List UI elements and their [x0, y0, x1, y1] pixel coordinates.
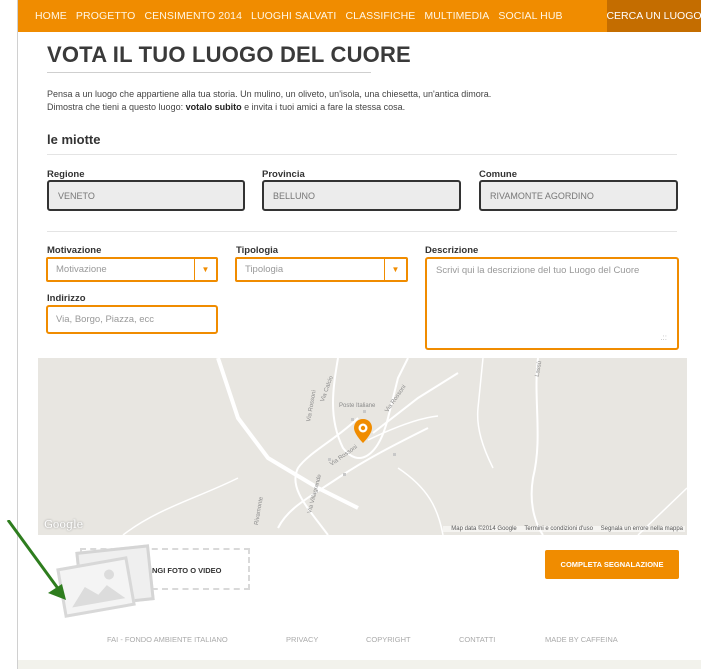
title-underline — [47, 72, 371, 73]
descrizione-placeholder: Scrivi qui la descrizione del tuo Luogo … — [436, 265, 640, 276]
indirizzo-input[interactable]: Via, Borgo, Piazza, ecc — [46, 305, 218, 334]
descrizione-label: Descrizione — [425, 245, 479, 256]
intro-line-2: Dimostra che tieni a questo luogo: votal… — [47, 101, 607, 114]
complete-report-button[interactable]: COMPLETA SEGNALAZIONE — [545, 550, 679, 579]
footer-link-fai[interactable]: FAI - FONDO AMBIENTE ITALIANO — [107, 635, 228, 644]
regione-field: VENETO — [47, 180, 245, 211]
footer-made-by[interactable]: MADE BY CAFFEINA — [545, 635, 618, 644]
nav-menu: HOME PROGETTO CENSIMENTO 2014 LUOGHI SAL… — [35, 0, 572, 32]
footer-link-copyright[interactable]: COPYRIGHT — [366, 635, 411, 644]
indirizzo-label: Indirizzo — [47, 293, 86, 304]
intro-line-2-bold: votalo subito — [185, 102, 242, 112]
nav-social-hub[interactable]: SOCIAL HUB — [498, 10, 562, 22]
footer-link-privacy[interactable]: PRIVACY — [286, 635, 318, 644]
footer-link-contatti[interactable]: CONTATTI — [459, 635, 495, 644]
tipologia-label: Tipologia — [236, 245, 279, 256]
chevron-down-icon[interactable]: ▼ — [384, 259, 406, 280]
map-data-text: Map data ©2014 Google — [451, 526, 517, 532]
indirizzo-placeholder: Via, Borgo, Piazza, ecc — [56, 314, 155, 325]
motivazione-select[interactable]: Motivazione ▼ — [46, 257, 218, 282]
search-place-button[interactable]: CERCA UN LUOGO — [606, 0, 701, 32]
map-roads — [38, 358, 687, 535]
intro-text: Pensa a un luogo che appartiene alla tua… — [47, 88, 607, 114]
map-label-poste: Poste Italiane — [339, 403, 376, 409]
motivazione-label: Motivazione — [47, 245, 102, 256]
nav-multimedia[interactable]: MULTIMEDIA — [424, 10, 489, 22]
nav-censimento[interactable]: CENSIMENTO 2014 — [144, 10, 242, 22]
divider — [47, 154, 677, 155]
comune-field: RIVAMONTE AGORDINO — [479, 180, 678, 211]
tipologia-select[interactable]: Tipologia ▼ — [235, 257, 408, 282]
regione-label: Regione — [47, 169, 85, 180]
nav-home[interactable]: HOME — [35, 10, 67, 22]
nav-luoghi-salvati[interactable]: LUOGHI SALVATI — [251, 10, 336, 22]
divider — [47, 231, 677, 232]
provincia-label: Provincia — [262, 169, 305, 180]
upload-label[interactable]: NGI FOTO O VIDEO — [152, 566, 221, 575]
footer-bar — [18, 660, 701, 669]
intro-line-2-pre: Dimostra che tieni a questo luogo: — [47, 102, 186, 112]
map-report-link[interactable]: Segnala un errore nella mappa — [601, 526, 683, 532]
descrizione-textarea[interactable]: Scrivi qui la descrizione del tuo Luogo … — [425, 257, 679, 350]
chevron-down-icon[interactable]: ▼ — [194, 259, 216, 280]
motivazione-value: Motivazione — [56, 264, 107, 275]
annotation-arrow-icon — [6, 520, 66, 600]
page-title: VOTA IL TUO LUOGO DEL CUORE — [47, 42, 411, 67]
map-pin-icon[interactable] — [353, 418, 373, 444]
resize-handle-icon[interactable]: .:: — [660, 333, 667, 342]
comune-label: Comune — [479, 169, 517, 180]
place-name: le miotte — [47, 132, 101, 147]
nav-classifiche[interactable]: CLASSIFICHE — [345, 10, 415, 22]
tipologia-value: Tipologia — [245, 264, 284, 275]
map-terms-link[interactable]: Termini e condizioni d'uso — [524, 526, 593, 532]
nav-progetto[interactable]: PROGETTO — [76, 10, 136, 22]
intro-line-2-post: e invita i tuoi amici a fare la stessa c… — [241, 102, 406, 112]
provincia-field: BELLUNO — [262, 180, 461, 211]
intro-line-1: Pensa a un luogo che appartiene alla tua… — [47, 89, 492, 99]
location-map[interactable]: Poste Italiane Via Calcio Via Rossoni Vi… — [38, 358, 687, 535]
map-attribution: Map data ©2014 Google Termini e condizio… — [443, 526, 685, 532]
